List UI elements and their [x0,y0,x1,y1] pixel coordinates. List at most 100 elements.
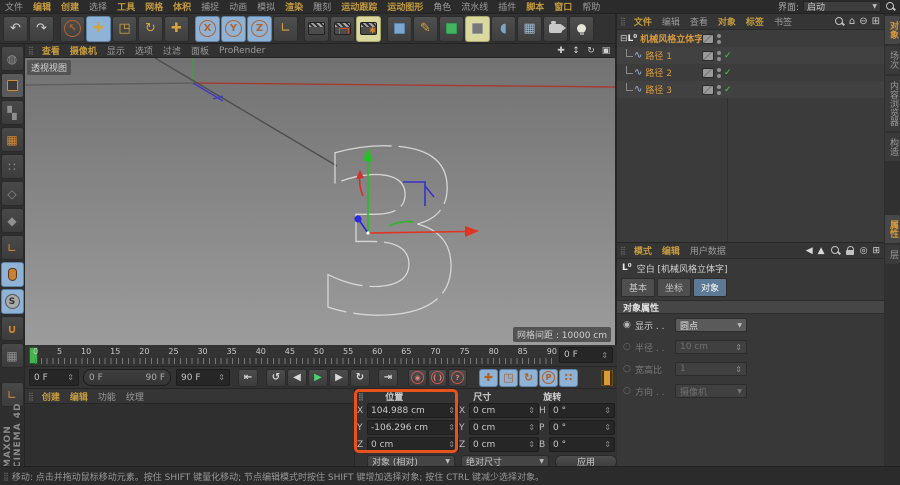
workplane-mode-button[interactable]: ▦ [0,127,24,152]
menu-tools[interactable]: 工具 [112,0,140,13]
menu-mograph[interactable]: 运动图形 [382,0,428,13]
add-panel-icon[interactable]: ⊞ [872,246,880,256]
goto-start-button[interactable]: ⇤ [238,368,258,387]
enabled-check-icon[interactable]: ✓ [724,51,732,61]
range-end-field[interactable]: 90 F ⇕ [176,369,230,386]
tree-row-path2[interactable]: ∿ 路径 2 ✓ [617,64,884,81]
mat-menu-function[interactable]: 功能 [93,390,121,403]
position-y-field[interactable]: -106.296 cm ⇕ [367,420,459,435]
axis-mode-button[interactable]: ∟ [0,235,24,260]
magnet-snap-button[interactable]: ∪ [0,316,24,341]
size-x-field[interactable]: 0 cm ⇕ [469,403,539,418]
make-editable-button[interactable]: ◍ [0,46,24,71]
object-name[interactable]: 路径 2 [645,66,672,79]
rotation-p-field[interactable]: 0 ° ⇕ [549,420,615,435]
keyframe-circle-icon[interactable]: ◉ [623,320,635,330]
object-name[interactable]: 机械风格立体字 [640,32,703,45]
scale-tool-button[interactable]: ◳ [112,15,137,42]
frame-range-slider[interactable]: 0 F 90 F [83,369,171,386]
open-timeline-button[interactable] [601,369,613,386]
search-icon[interactable] [885,1,896,12]
menu-render[interactable]: 渲染 [280,0,308,13]
tab-coordinates[interactable]: 坐标 [657,278,692,297]
tab-object[interactable]: 对象 [693,278,728,297]
spinner-icon[interactable]: ⇕ [598,351,608,360]
extrude-generator-button[interactable] [465,15,490,42]
lock-icon[interactable] [845,245,855,256]
menu-select[interactable]: 选择 [84,0,112,13]
visibility-dots[interactable] [717,67,721,78]
filter-icon[interactable]: ⊖ [859,16,867,27]
radius-field[interactable]: 10 cm ⇕ [675,340,747,354]
menu-volume[interactable]: 体积 [168,0,196,13]
aspect-field[interactable]: 1 ⇕ [675,362,747,376]
material-list-empty[interactable] [25,404,354,465]
spinner-icon[interactable]: ⇕ [64,373,74,382]
spinner-icon[interactable]: ⇕ [215,373,225,382]
move-tool-button[interactable]: ✚ [86,15,111,42]
viewport-maximize-icon[interactable]: ▣ [600,46,612,56]
render-to-picture-viewer-button[interactable] [330,15,355,42]
last-tool-button[interactable]: ✚ [164,15,189,42]
mat-menu-texture[interactable]: 纹理 [121,390,149,403]
om-menu-bookmarks[interactable]: 书签 [769,15,797,28]
tree-row-path1[interactable]: ∿ 路径 1 ✓ [617,47,884,64]
object-name[interactable]: 路径 1 [645,49,672,62]
menu-help[interactable]: 帮助 [577,0,605,13]
enabled-check-icon[interactable]: ✓ [724,68,732,78]
display-dropdown[interactable]: 圆点 ▼ [675,318,747,332]
camera-button[interactable] [543,15,568,42]
prev-frame-button[interactable]: ◀ [287,368,307,387]
keyframe-circle-icon[interactable]: ○ [623,364,635,374]
object-name[interactable]: 路径 3 [645,83,672,96]
undo-button[interactable]: ↶ [3,15,28,42]
coordinate-system-button[interactable]: ∟ [273,15,298,42]
keyframe-circle-icon[interactable]: ○ [623,386,635,396]
viewport-orbit-icon[interactable]: ↻ [585,46,597,56]
attr-menu-userdata[interactable]: 用户数据 [685,244,731,257]
history-back-icon[interactable]: ◀ [806,246,813,256]
spinner-icon[interactable]: ⇕ [732,343,742,352]
side-tab-content-browser[interactable]: 内容浏览器 [885,76,900,131]
current-frame-field[interactable]: 0 F ⇕ [559,347,613,363]
panel-handle-icon[interactable]: ⣿ [620,17,626,26]
layer-badge[interactable] [702,33,714,44]
om-menu-view[interactable]: 查看 [685,15,713,28]
expander-icon[interactable]: ⊟ [620,34,628,44]
panel-handle-icon[interactable]: ⣿ [28,46,34,55]
viewport-dolly-icon[interactable]: ↕ [570,46,582,56]
om-menu-objects[interactable]: 对象 [713,15,741,28]
lock-x-axis-button[interactable]: X [195,15,220,42]
render-settings-button[interactable] [356,15,381,42]
add-panel-icon[interactable]: ⊞ [872,16,880,27]
spline-pen-button[interactable]: ✎ [413,15,438,42]
key-rotation-button[interactable]: ↻ [519,368,538,387]
visibility-dots[interactable] [717,84,721,95]
snap-button[interactable]: S [0,289,24,314]
key-parameter-button[interactable]: P [539,368,558,387]
visibility-dots[interactable] [717,50,721,61]
panel-handle-icon[interactable]: ⣿ [28,392,34,401]
side-tab-structure[interactable]: 构造 [885,133,900,161]
points-mode-button[interactable]: ∷ [0,154,24,179]
light-button[interactable] [569,15,594,42]
floor-button[interactable]: ▦ [517,15,542,42]
tree-row-root[interactable]: ⊟ L⁰ 机械风格立体字 [617,30,884,47]
next-key-button[interactable]: ↻ [350,368,370,387]
subdivision-surface-button[interactable] [439,15,464,42]
rotate-tool-button[interactable]: ↻ [138,15,163,42]
viewport-menu-panel[interactable]: 面板 [186,44,214,57]
menu-create[interactable]: 创建 [56,0,84,13]
orientation-dropdown[interactable]: 摄像机 ▼ [675,384,747,398]
side-tab-takes[interactable]: 场次 [885,46,900,74]
viewport-menu-prorender[interactable]: ProRender [214,46,270,56]
history-forward-icon[interactable]: ▲ [818,246,825,256]
size-z-field[interactable]: 0 cm ⇕ [469,437,539,452]
goto-end-button[interactable]: ⇥ [378,368,398,387]
next-frame-button[interactable]: ▶ [329,368,349,387]
menu-simulate[interactable]: 模拟 [252,0,280,13]
lock-y-axis-button[interactable]: Y [221,15,246,42]
workplane-lock-button[interactable]: ▦ [0,343,24,368]
menu-snap[interactable]: 捕捉 [196,0,224,13]
rotation-b-field[interactable]: 0 ° ⇕ [549,437,615,452]
